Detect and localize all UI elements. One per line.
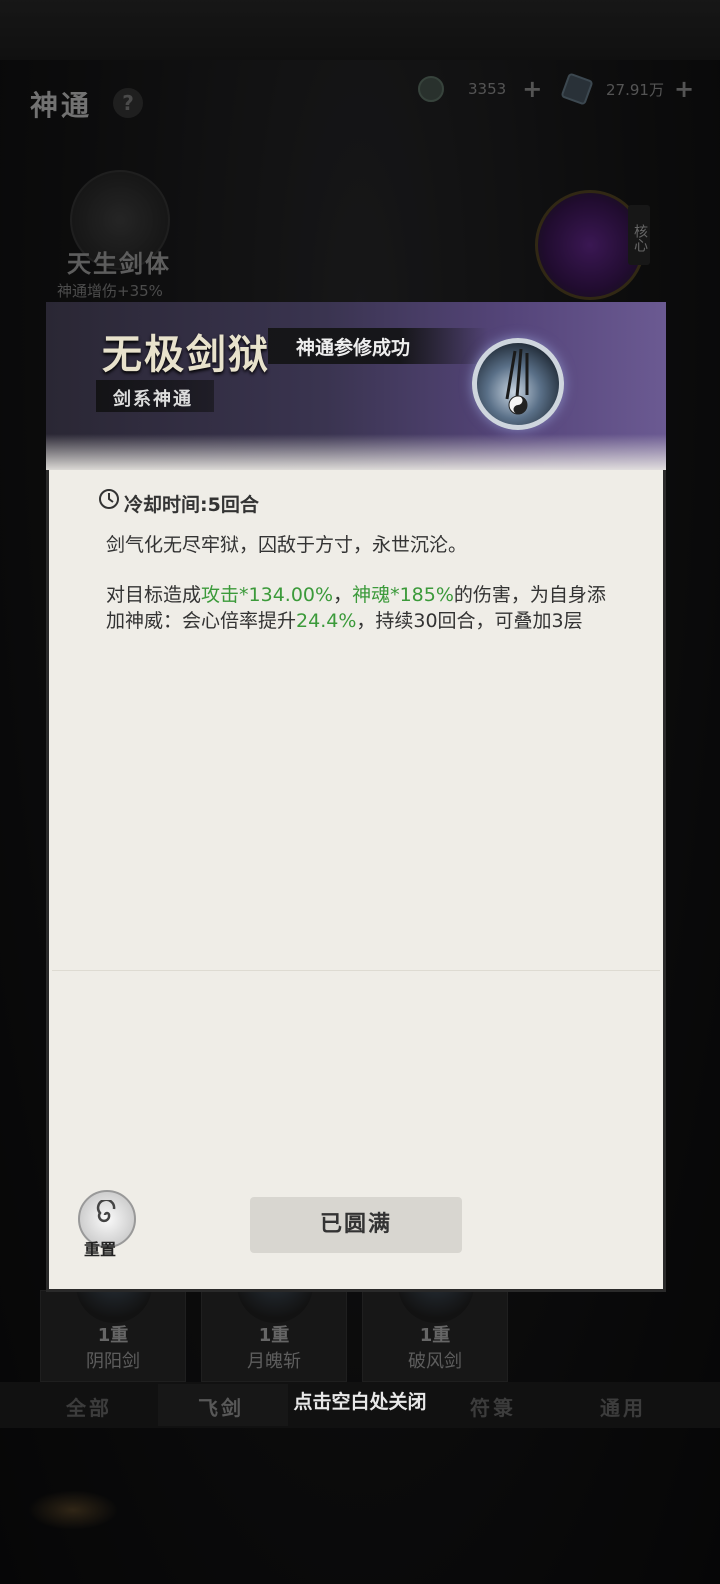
skill-effect: 对目标造成攻击*134.00%，神魂*185%的伤害，为自身添加神威：会心倍率提… (106, 582, 616, 634)
effect-text: ，持续30回合，可叠加3层 (356, 610, 583, 632)
close-hint: 点击空白处关闭 (293, 1391, 427, 1413)
cooldown-text: 冷却时间:5回合 (124, 494, 259, 516)
success-message: 神通参修成功 (296, 337, 411, 359)
modal-header: 无极剑狱 神通参修成功 剑系神通 (46, 302, 666, 474)
completed-button[interactable]: 已圆满 (250, 1197, 462, 1253)
reset-spiral-icon (92, 1198, 122, 1237)
reset-label: 重置 (84, 1240, 117, 1259)
effect-text: ， (333, 584, 353, 606)
divider (52, 970, 660, 971)
skill-detail-modal: 无极剑狱 神通参修成功 剑系神通 (46, 302, 666, 1292)
clock-icon (98, 488, 120, 516)
effect-highlight-attack: 攻击*134.00% (201, 584, 334, 606)
sword-skill-icon (472, 338, 564, 430)
effect-highlight-soul: 神魂*185% (352, 584, 454, 606)
skill-type-label: 剑系神通 (113, 389, 193, 410)
effect-text: 对目标造成 (106, 584, 202, 606)
skill-description: 剑气化无尽牢狱，囚敌于方寸，永世沉沦。 (106, 534, 468, 556)
skill-title: 无极剑狱 (102, 331, 270, 378)
effect-highlight-crit: 24.4% (296, 610, 357, 632)
